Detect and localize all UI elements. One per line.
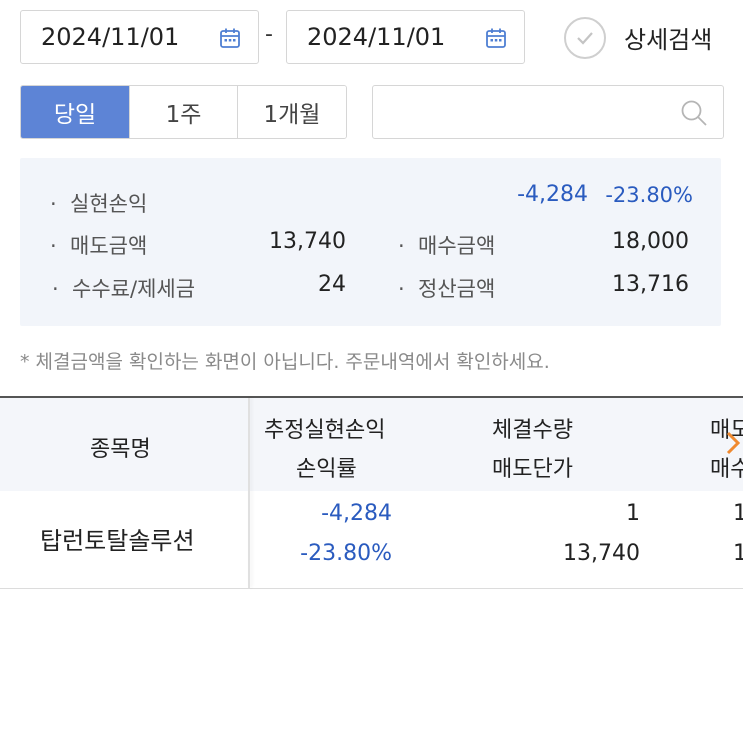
trade-table: 종목명 추정실현손익 손익률 체결수량 매도단가 매도 매수 탑런토탈솔루션 -… <box>0 396 743 589</box>
start-date-field[interactable]: 2024/11/01 <box>20 10 259 64</box>
summary-panel: · 실현손익 -4,284 -23.80% · 매도금액 13,740 · 매수… <box>20 158 721 326</box>
fee-tax-value: 24 <box>318 272 346 297</box>
end-date-field[interactable]: 2024/11/01 <box>286 10 525 64</box>
search-icon[interactable] <box>679 98 709 128</box>
calendar-icon[interactable] <box>484 26 508 50</box>
tab-month[interactable]: 1개월 <box>238 86 346 138</box>
search-box <box>372 85 724 139</box>
tab-week[interactable]: 1주 <box>130 86 238 138</box>
notice-text: * 체결금액을 확인하는 화면이 아닙니다. 주문내역에서 확인하세요. <box>20 351 550 373</box>
header-pl-rate: 손익률 <box>296 457 357 482</box>
detail-search-label[interactable]: 상세검색 <box>624 20 712 55</box>
realized-pl-label: · 실현손익 <box>50 192 148 216</box>
sell-amount-label: · 매도금액 <box>50 234 148 258</box>
table-header: 종목명 추정실현손익 손익률 체결수량 매도단가 매도 매수 <box>0 398 743 491</box>
row-realized-pl: -4,284 <box>321 501 392 526</box>
date-separator: - <box>265 22 273 47</box>
detail-search-checkbox[interactable] <box>564 17 606 59</box>
search-input[interactable] <box>373 86 663 138</box>
calendar-icon[interactable] <box>218 26 242 50</box>
row-col4-line1: 1 <box>733 501 743 526</box>
buy-amount-value: 18,000 <box>612 229 689 254</box>
tab-day[interactable]: 당일 <box>21 86 130 138</box>
sell-amount-value: 13,740 <box>269 229 346 254</box>
check-icon <box>577 32 593 45</box>
header-exec-qty: 체결수량 <box>492 418 573 443</box>
stock-name: 탑런토탈솔루션 <box>40 527 195 555</box>
table-row[interactable]: 탑런토탈솔루션 -4,284 -23.80% 1 13,740 1 1 <box>0 491 743 589</box>
row-col4-line2: 1 <box>733 541 743 566</box>
frozen-column-divider <box>248 398 250 588</box>
realized-pl-rate: -23.80% <box>605 183 693 207</box>
buy-amount-label: · 매수금액 <box>398 234 496 258</box>
realized-pl-value: -4,284 <box>517 182 588 207</box>
start-date-value: 2024/11/01 <box>41 23 180 51</box>
header-name: 종목명 <box>90 437 151 462</box>
row-exec-qty: 1 <box>626 501 640 526</box>
row-sell-price: 13,740 <box>563 541 640 566</box>
end-date-value: 2024/11/01 <box>307 23 446 51</box>
settle-amount-value: 13,716 <box>612 272 689 297</box>
header-sell-price: 매도단가 <box>492 457 573 482</box>
scroll-right-arrow-icon[interactable] <box>725 430 741 456</box>
fee-tax-label: · 수수료/제세금 <box>52 277 196 301</box>
row-pl-rate: -23.80% <box>300 541 392 566</box>
header-realized-pl: 추정실현손익 <box>264 418 386 443</box>
period-tabs: 당일 1주 1개월 <box>20 85 347 139</box>
settle-amount-label: · 정산금액 <box>398 277 496 301</box>
